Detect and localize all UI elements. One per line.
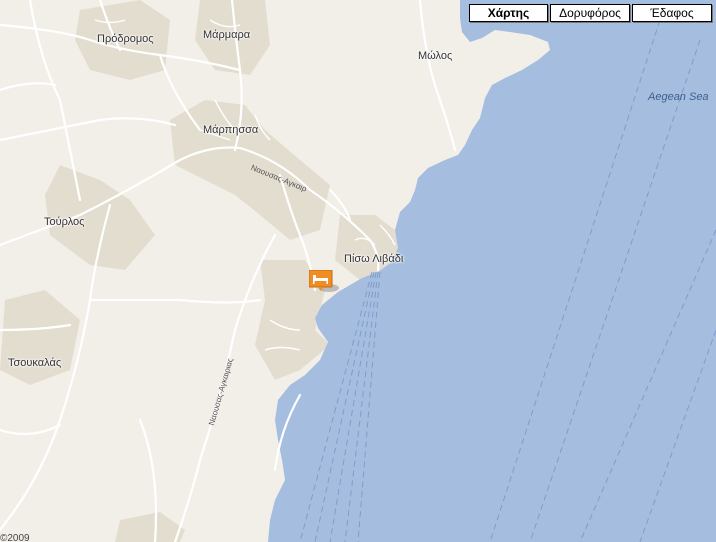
map-type-control: Χάρτης Δορυφόρος Έδαφος [469, 4, 712, 22]
hotel-marker[interactable] [308, 269, 339, 292]
sea-label-aegean: Aegean Sea [648, 91, 709, 103]
place-label-prodromos: Πρόδρομος [97, 33, 154, 45]
place-label-tourlos: Τούρλος [44, 216, 85, 228]
map-type-terrain-button[interactable]: Έδαφος [632, 4, 712, 22]
place-label-marmara: Μάρμαρα [203, 29, 251, 41]
map-type-satellite-button[interactable]: Δορυφόρος [550, 4, 630, 22]
place-label-molos: Μώλος [418, 50, 453, 62]
map-copyright: ©2009 [0, 533, 30, 542]
place-label-piso-livadi: Πίσω Λιβάδι [344, 253, 404, 265]
hotel-bed-icon [308, 269, 339, 292]
map-base-layer [0, 0, 716, 542]
place-label-tsoukalas: Τσουκαλάς [8, 357, 62, 369]
map-canvas[interactable]: Πρόδρομος Μάρμαρα Μάρπησσα Μώλος Τούρλος… [0, 0, 716, 542]
place-label-marpissa: Μάρπησσα [203, 124, 259, 136]
map-type-map-button[interactable]: Χάρτης [469, 4, 548, 22]
